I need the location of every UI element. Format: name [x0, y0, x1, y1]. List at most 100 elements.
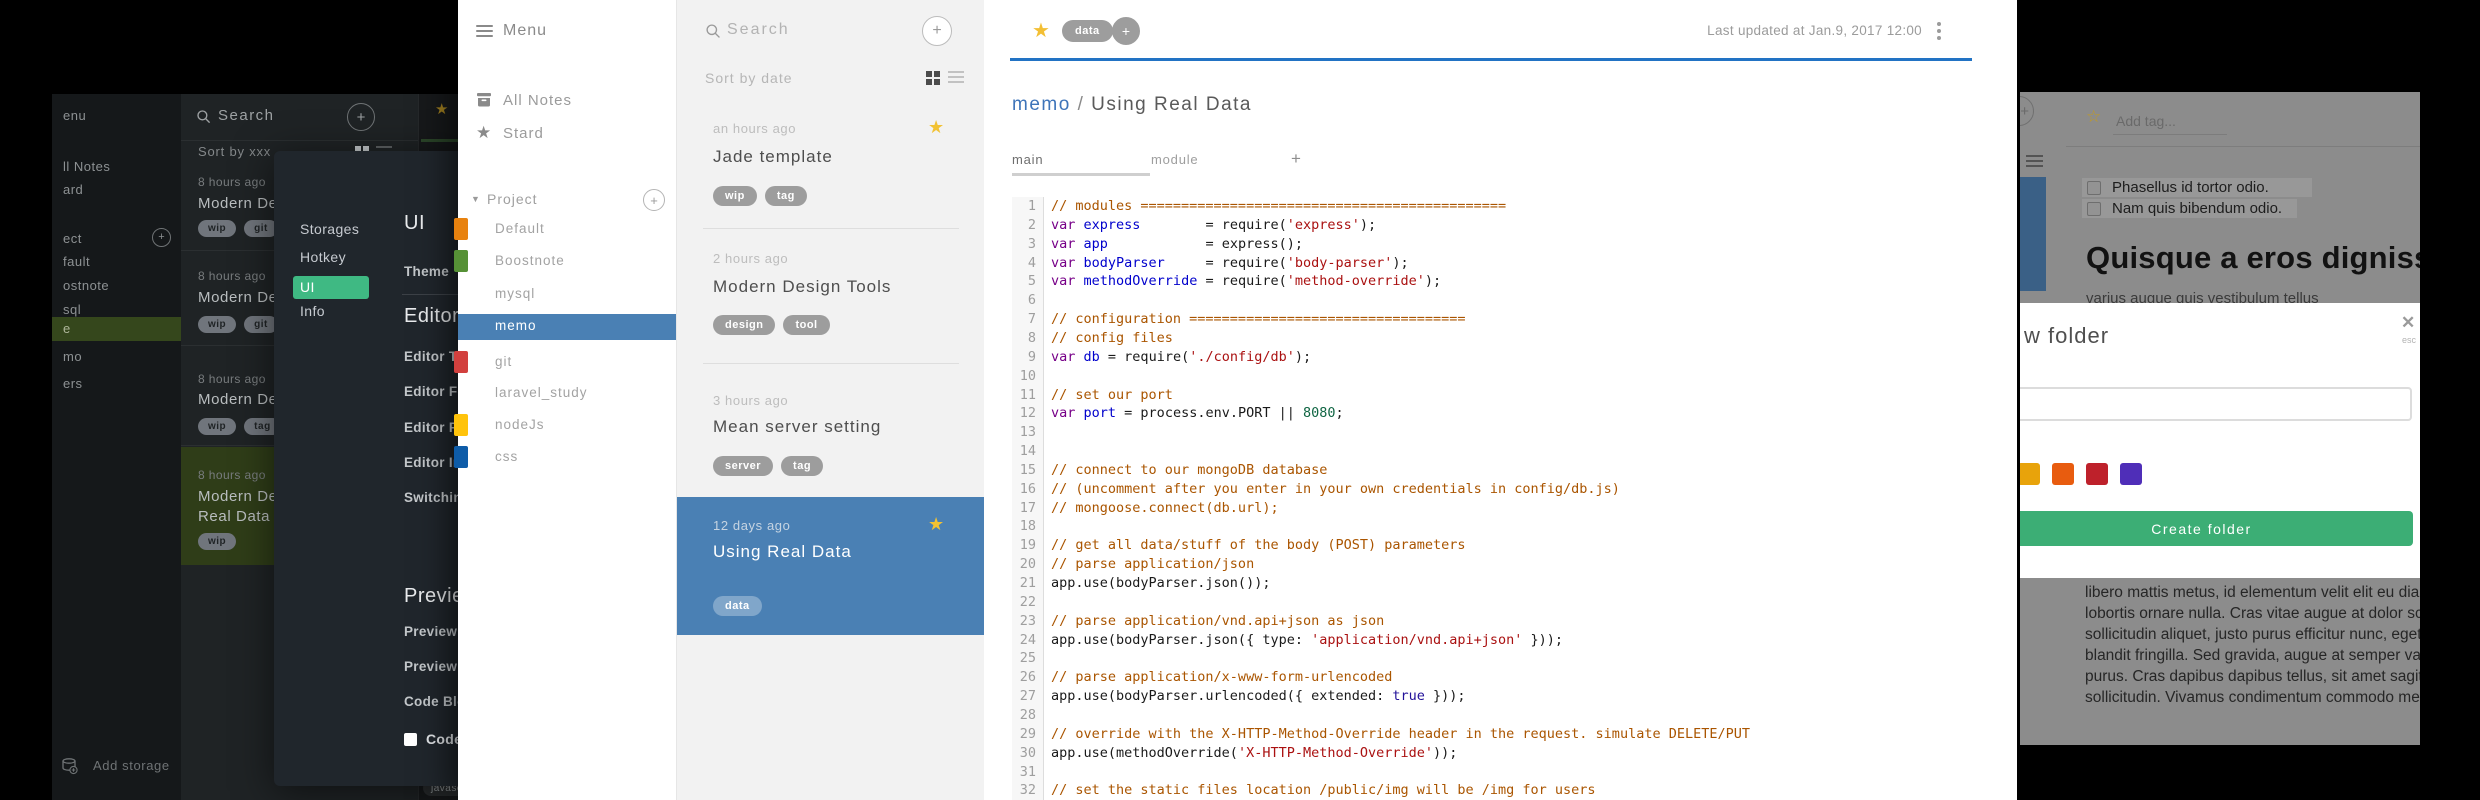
code-line[interactable]: 18 [1012, 517, 2007, 536]
add-tag-button[interactable]: + [1112, 17, 1140, 45]
settings-item[interactable]: Switching Preview [404, 490, 459, 505]
folder-selected-row[interactable] [458, 314, 676, 340]
tag-pill[interactable]: git [244, 220, 278, 237]
dark-sidebar-item[interactable]: enu [63, 108, 86, 123]
tag-pill[interactable]: tag [764, 186, 807, 206]
settings-item[interactable]: Editor Theme [404, 349, 459, 364]
dark-search[interactable]: Search + [181, 94, 418, 141]
settings-item[interactable]: Editor Indent Style [404, 455, 459, 470]
add-folder-button[interactable]: + [152, 228, 171, 247]
note-title[interactable]: Mean server setting [713, 417, 881, 437]
tag-pill[interactable]: wip [198, 418, 237, 435]
sidebar-folder-item[interactable]: git [495, 354, 512, 369]
star-icon[interactable]: ★ [928, 117, 944, 138]
tag-pill[interactable]: git [244, 316, 278, 333]
tag-pill[interactable]: wip [198, 316, 237, 333]
tag-pill[interactable]: data [713, 596, 762, 616]
tag-pill[interactable]: design [713, 315, 776, 335]
sidebar-folder-item[interactable]: css [495, 449, 518, 464]
code-line[interactable]: 19// get all data/stuff of the body (POS… [1012, 536, 2007, 555]
folder-color-swatch[interactable] [2120, 463, 2142, 485]
add-storage-button[interactable]: Add storage [61, 755, 181, 779]
code-line[interactable]: 11// set our port [1012, 386, 2007, 405]
code-line[interactable]: 4 var bodyParser = require('body-parser')… [1012, 254, 2007, 273]
sidebar-folder-item[interactable]: nodeJs [495, 417, 545, 432]
settings-item[interactable]: Theme [404, 264, 449, 279]
code-line[interactable]: 3 var app = express(); [1012, 235, 2007, 254]
create-folder-button[interactable]: Create folder [2020, 511, 2413, 546]
code-line[interactable]: 29// override with the X-HTTP-Method-Ove… [1012, 725, 2007, 744]
code-editor[interactable]: 1// modules ============================… [1012, 197, 2007, 800]
code-line[interactable]: 20// parse application/json [1012, 555, 2007, 574]
add-snippet-button[interactable]: + [1291, 149, 1301, 169]
note-tag[interactable]: data [1062, 20, 1113, 42]
dark-sidebar-item[interactable]: ll Notes [63, 159, 110, 174]
note-title[interactable]: Jade template [713, 147, 833, 167]
checkbox[interactable] [2087, 202, 2101, 216]
code-line[interactable]: 2 var express = require('express'); [1012, 216, 2007, 235]
tag-pill[interactable]: wip [198, 220, 237, 237]
settings-item[interactable]: Editor Font Family [404, 420, 459, 435]
code-line[interactable]: 31 [1012, 763, 2007, 782]
dark-sidebar-item[interactable]: ostnote [63, 278, 109, 293]
code-line[interactable]: 6 [1012, 291, 2007, 310]
settings-item[interactable]: Preview Font Size [404, 624, 459, 639]
dark-sidebar-item[interactable]: mo [63, 349, 82, 364]
breadcrumb-folder[interactable]: memo [1012, 94, 1071, 115]
code-line[interactable]: 22 [1012, 593, 2007, 612]
code-line[interactable]: 8// config files [1012, 329, 2007, 348]
code-line[interactable]: 1// modules ============================… [1012, 197, 2007, 216]
note-title[interactable]: Modern Des [198, 289, 286, 306]
code-line[interactable]: 9 var db = require('./config/db'); [1012, 348, 2007, 367]
note-title[interactable]: memo / Using Real Data [1012, 94, 1252, 116]
note-title[interactable]: Real Data [198, 508, 270, 525]
dark-sidebar-item[interactable]: e [63, 321, 71, 336]
tag-pill[interactable]: tool [783, 315, 830, 335]
sidebar-folder-item[interactable]: Default [495, 221, 545, 236]
code-line[interactable]: 23// parse application/vnd.api+json as j… [1012, 612, 2007, 631]
code-line[interactable]: 10 [1012, 367, 2007, 386]
dark-new-note-button[interactable]: + [347, 103, 375, 131]
dark-sidebar-item[interactable]: ers [63, 376, 83, 391]
settings-item[interactable]: Preview Font Family [404, 659, 459, 674]
note-title[interactable]: Modern Des [198, 391, 286, 408]
code-line[interactable]: 14 [1012, 442, 2007, 461]
folder-color-swatch[interactable] [2086, 463, 2108, 485]
star-toggle-icon[interactable]: ★ [1032, 18, 1050, 43]
code-line[interactable]: 26// parse application/x-www-form-urlenc… [1012, 668, 2007, 687]
settings-item[interactable]: Code Block Theme [404, 694, 459, 709]
dark-sidebar-item[interactable]: ect [63, 231, 82, 246]
code-line[interactable]: 32// set the static files location /publ… [1012, 781, 2007, 800]
code-line[interactable]: 12 var port = process.env.PORT || 8080; [1012, 404, 2007, 423]
code-line[interactable]: 28 [1012, 706, 2007, 725]
folder-color-swatch[interactable] [2020, 463, 2040, 485]
tab-main[interactable]: main [1012, 152, 1043, 167]
code-line[interactable]: 17// mongoose.connect(db.url); [1012, 499, 2007, 518]
tag-pill[interactable]: tag [781, 456, 824, 476]
kebab-menu-icon[interactable] [1937, 22, 1941, 40]
code-line[interactable]: 15// connect to our mongoDB database [1012, 461, 2007, 480]
code-line[interactable]: 7// configuration ======================… [1012, 310, 2007, 329]
dark-sidebar-item[interactable]: sql [63, 302, 81, 317]
code-line[interactable]: 21 app.use(bodyParser.json()); [1012, 574, 2007, 593]
sidebar-folder-item[interactable]: Boostnote [495, 253, 565, 268]
sidebar-folder-item[interactable]: memo [495, 318, 537, 333]
tab-module[interactable]: module [1151, 152, 1198, 167]
dark-folder-selected-row[interactable] [52, 317, 181, 341]
code-line[interactable]: 30 app.use(methodOverride('X-HTTP-Method-… [1012, 744, 2007, 763]
star-icon[interactable]: ★ [928, 514, 944, 535]
star-icon[interactable]: ★ [435, 100, 448, 118]
note-title[interactable]: Modern Des [198, 488, 286, 505]
sidebar-folder-item[interactable]: mysql [495, 286, 535, 301]
code-line[interactable]: 25 [1012, 649, 2007, 668]
code-line[interactable]: 27 app.use(bodyParser.urlencoded({ extend… [1012, 687, 2007, 706]
checkbox[interactable] [2087, 181, 2101, 195]
sidebar-folder-item[interactable]: laravel_study [495, 385, 588, 400]
dark-sidebar-item[interactable]: ard [63, 182, 83, 197]
note-title[interactable]: Modern Design Tools [713, 277, 891, 297]
note-title[interactable]: Modern Des [198, 195, 286, 212]
note-title[interactable]: Using Real Data [713, 542, 852, 562]
settings-item[interactable]: Editor Font Size [404, 384, 459, 399]
code-line[interactable]: 13 [1012, 423, 2007, 442]
code-line[interactable]: 5 var methodOverride = require('method-ov… [1012, 272, 2007, 291]
